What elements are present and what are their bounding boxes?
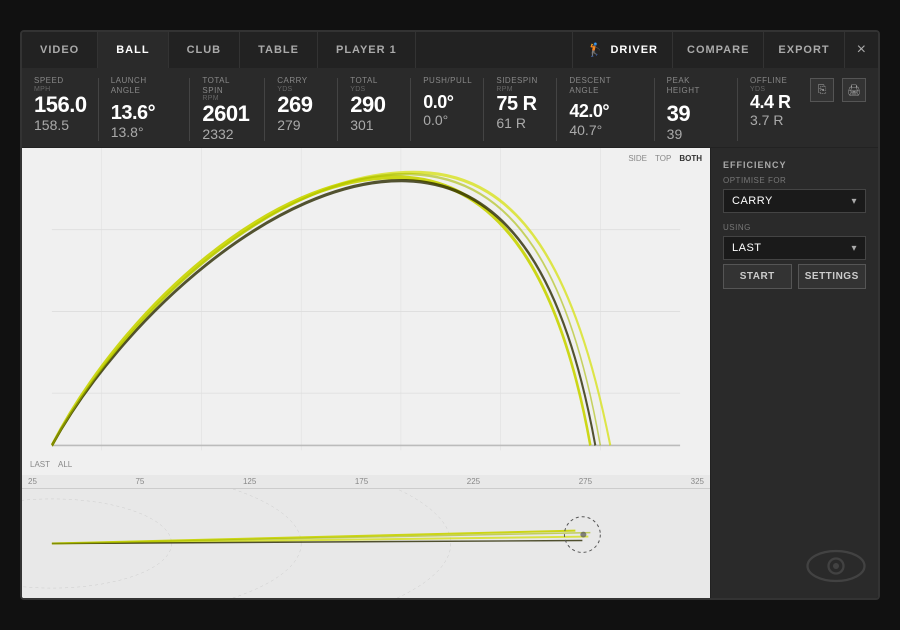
stat-carry: CARRY YDS 269 279 [277, 76, 337, 134]
tab-table[interactable]: TABLE [240, 32, 318, 68]
nav-right: 🏌 DRIVER COMPARE EXPORT × [572, 32, 878, 68]
divider-1 [98, 78, 99, 141]
stat-push-pull: PUSH/PULL 0.0° 0.0° [423, 76, 483, 129]
divider-3 [264, 78, 265, 141]
sidebar-action-buttons: START SETTINGS [723, 264, 866, 289]
stat-total: TOTAL YDS 290 301 [350, 76, 410, 134]
divider-7 [556, 78, 557, 141]
x-label-175: 175 [355, 477, 368, 486]
compare-button[interactable]: COMPARE [672, 32, 763, 68]
stat-sidespin: SIDESPIN RPM 75 R 61 R [496, 76, 556, 131]
side-top-both: SIDE TOP BOTH [628, 154, 702, 163]
x-label-325: 325 [691, 477, 704, 486]
stat-offline: OFFLINE YDS 4.4 R 3.7 R [750, 76, 810, 129]
app-frame: VIDEO BALL CLUB TABLE PLAYER 1 🏌 DRIVER … [20, 30, 880, 600]
watermark [723, 542, 866, 586]
optimise-value: CARRY [732, 195, 773, 207]
logo-icon [806, 546, 866, 586]
divider-6 [483, 78, 484, 141]
main-content: LAST ALL SIDE TOP BOTH 25 75 125 175 [22, 148, 878, 598]
divider-9 [737, 78, 738, 141]
efficiency-section: EFFICIENCY OPTIMISE FOR CARRY ▾ USING LA… [723, 160, 866, 289]
optimise-select[interactable]: CARRY ▾ [723, 189, 866, 213]
stat-descent-angle: DESCENT ANGLE 42.0° 40.7° [569, 76, 653, 139]
x-axis-labels: 25 75 125 175 225 275 325 [22, 475, 710, 488]
divider-8 [654, 78, 655, 141]
settings-button[interactable]: SETTINGS [798, 264, 867, 289]
x-label-125: 125 [243, 477, 256, 486]
divider-5 [410, 78, 411, 141]
side-label[interactable]: SIDE [628, 154, 647, 163]
stat-peak-height: PEAK HEIGHT 39 39 [667, 76, 737, 143]
tab-video[interactable]: VIDEO [22, 32, 98, 68]
divider-4 [337, 78, 338, 141]
copy-icon-btn[interactable]: ⎘ [810, 78, 834, 102]
using-value: LAST [732, 242, 762, 254]
divider-2 [189, 78, 190, 141]
using-select[interactable]: LAST ▾ [723, 236, 866, 260]
using-label: USING [723, 223, 866, 232]
all-label: ALL [58, 460, 72, 469]
optimise-label: OPTIMISE FOR [723, 176, 866, 185]
stat-total-spin: TOTAL SPIN RPM 2601 2332 [202, 76, 264, 143]
nav-bar: VIDEO BALL CLUB TABLE PLAYER 1 🏌 DRIVER … [22, 32, 878, 68]
last-all-labels: LAST ALL [30, 460, 72, 469]
print-icon-btn[interactable]: 🖨 [842, 78, 866, 102]
efficiency-title: EFFICIENCY [723, 160, 866, 170]
top-label[interactable]: TOP [655, 154, 671, 163]
close-button[interactable]: × [844, 32, 878, 68]
trajectory-chart: LAST ALL SIDE TOP BOTH [22, 148, 710, 475]
tab-player1[interactable]: PLAYER 1 [318, 32, 416, 68]
x-label-275: 275 [579, 477, 592, 486]
stats-bar: SPEED MPH 156.0 158.5 LAUNCH ANGLE 13.6°… [22, 68, 878, 148]
stats-icons: ⎘ 🖨 [810, 76, 866, 102]
chart-area: LAST ALL SIDE TOP BOTH 25 75 125 175 [22, 148, 710, 598]
x-label-25: 25 [28, 477, 37, 486]
tab-ball[interactable]: BALL [98, 32, 168, 68]
stat-launch-angle: LAUNCH ANGLE 13.6° 13.8° [111, 76, 190, 141]
driver-button[interactable]: 🏌 DRIVER [572, 32, 672, 68]
export-button[interactable]: EXPORT [763, 32, 843, 68]
start-button[interactable]: START [723, 264, 792, 289]
using-chevron-icon: ▾ [851, 243, 857, 254]
tab-club[interactable]: CLUB [169, 32, 241, 68]
both-label[interactable]: BOTH [679, 154, 702, 163]
last-label: LAST [30, 460, 50, 469]
x-label-75: 75 [135, 477, 144, 486]
optimise-chevron-icon: ▾ [851, 196, 857, 207]
sidebar: EFFICIENCY OPTIMISE FOR CARRY ▾ USING LA… [710, 148, 878, 598]
stat-speed: SPEED MPH 156.0 158.5 [34, 76, 98, 134]
top-view-chart [22, 488, 710, 598]
x-label-225: 225 [467, 477, 480, 486]
club-icon: 🏌 [587, 42, 604, 58]
